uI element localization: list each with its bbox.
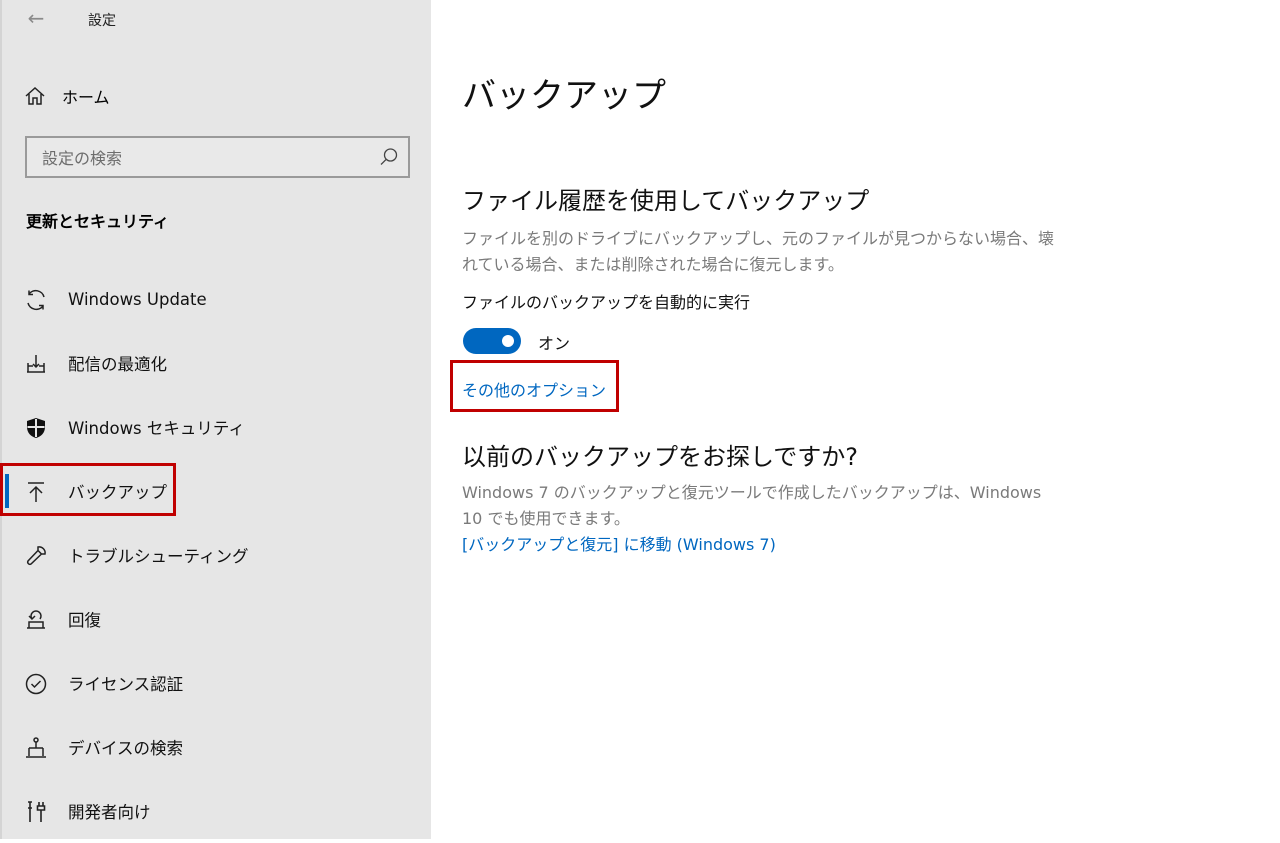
developer-tools-icon bbox=[24, 800, 48, 824]
toggle-knob bbox=[502, 335, 514, 347]
file-history-description: ファイルを別のドライブにバックアップし、元のファイルが見つからない場合、壊れてい… bbox=[462, 229, 1055, 274]
highlight-box-more-options bbox=[450, 360, 619, 412]
sidebar-item-label: トラブルシューティング bbox=[68, 547, 249, 566]
file-history-heading: ファイル履歴を使用してバックアップ bbox=[462, 187, 870, 215]
shield-icon bbox=[24, 416, 48, 440]
auto-backup-toggle[interactable] bbox=[463, 328, 521, 354]
older-backup-heading: 以前のバックアップをお探しですか? bbox=[462, 443, 859, 471]
sync-icon bbox=[24, 288, 48, 312]
search-icon[interactable] bbox=[379, 147, 399, 167]
home-nav-item[interactable]: ホーム bbox=[24, 81, 110, 111]
backup-restore-link[interactable]: [バックアップと復元] に移動 (Windows 7) bbox=[462, 531, 776, 555]
toggle-state-label: オン bbox=[538, 334, 571, 353]
sidebar-item-label: デバイスの検索 bbox=[68, 739, 184, 758]
sidebar-nav: Windows Update 配信の最適化 Windows セキュリティ バック… bbox=[2, 267, 433, 843]
main-content: バックアップ ファイル履歴を使用してバックアップ ファイルを別のドライブにバック… bbox=[431, 0, 1280, 839]
older-backup-description: Windows 7 のバックアップと復元ツールで作成したバックアップは、Wind… bbox=[462, 483, 1042, 528]
sidebar-item-label: Windows Update bbox=[68, 289, 207, 309]
find-device-icon bbox=[24, 736, 48, 760]
sidebar-item-delivery-optimization[interactable]: 配信の最適化 bbox=[2, 331, 433, 395]
highlight-box-backup-nav bbox=[0, 463, 176, 516]
home-icon bbox=[25, 86, 45, 105]
page-title: バックアップ bbox=[462, 76, 666, 116]
sidebar-item-windows-update[interactable]: Windows Update bbox=[2, 267, 433, 331]
title-bar: ← 設定 bbox=[2, 0, 433, 38]
sidebar-item-find-my-device[interactable]: デバイスの検索 bbox=[2, 715, 433, 779]
section-title: 更新とセキュリティ bbox=[26, 212, 170, 231]
recovery-icon bbox=[24, 608, 48, 632]
sidebar-item-label: Windows セキュリティ bbox=[68, 419, 245, 438]
sidebar-item-label: 開発者向け bbox=[68, 803, 151, 822]
app-title: 設定 bbox=[88, 13, 116, 29]
sidebar: ← 設定 ホーム 更新とセキュリティ Windows Update 配信の最適化 bbox=[0, 0, 431, 839]
wrench-icon bbox=[24, 544, 48, 568]
sidebar-item-label: 配信の最適化 bbox=[68, 355, 167, 374]
sidebar-item-for-developers[interactable]: 開発者向け bbox=[2, 779, 433, 843]
delivery-optimization-icon bbox=[24, 352, 48, 376]
sidebar-item-windows-security[interactable]: Windows セキュリティ bbox=[2, 395, 433, 459]
sidebar-item-activation[interactable]: ライセンス認証 bbox=[2, 651, 433, 715]
sidebar-item-recovery[interactable]: 回復 bbox=[2, 587, 433, 651]
auto-backup-label: ファイルのバックアップを自動的に実行 bbox=[462, 293, 751, 312]
check-circle-icon bbox=[24, 672, 48, 696]
search-input[interactable] bbox=[27, 138, 384, 178]
home-label: ホーム bbox=[62, 88, 110, 107]
sidebar-item-label: 回復 bbox=[68, 611, 101, 630]
sidebar-item-label: ライセンス認証 bbox=[68, 675, 184, 694]
sidebar-item-troubleshoot[interactable]: トラブルシューティング bbox=[2, 523, 433, 587]
back-arrow-icon[interactable]: ← bbox=[24, 6, 48, 30]
settings-search-box[interactable] bbox=[25, 136, 410, 178]
